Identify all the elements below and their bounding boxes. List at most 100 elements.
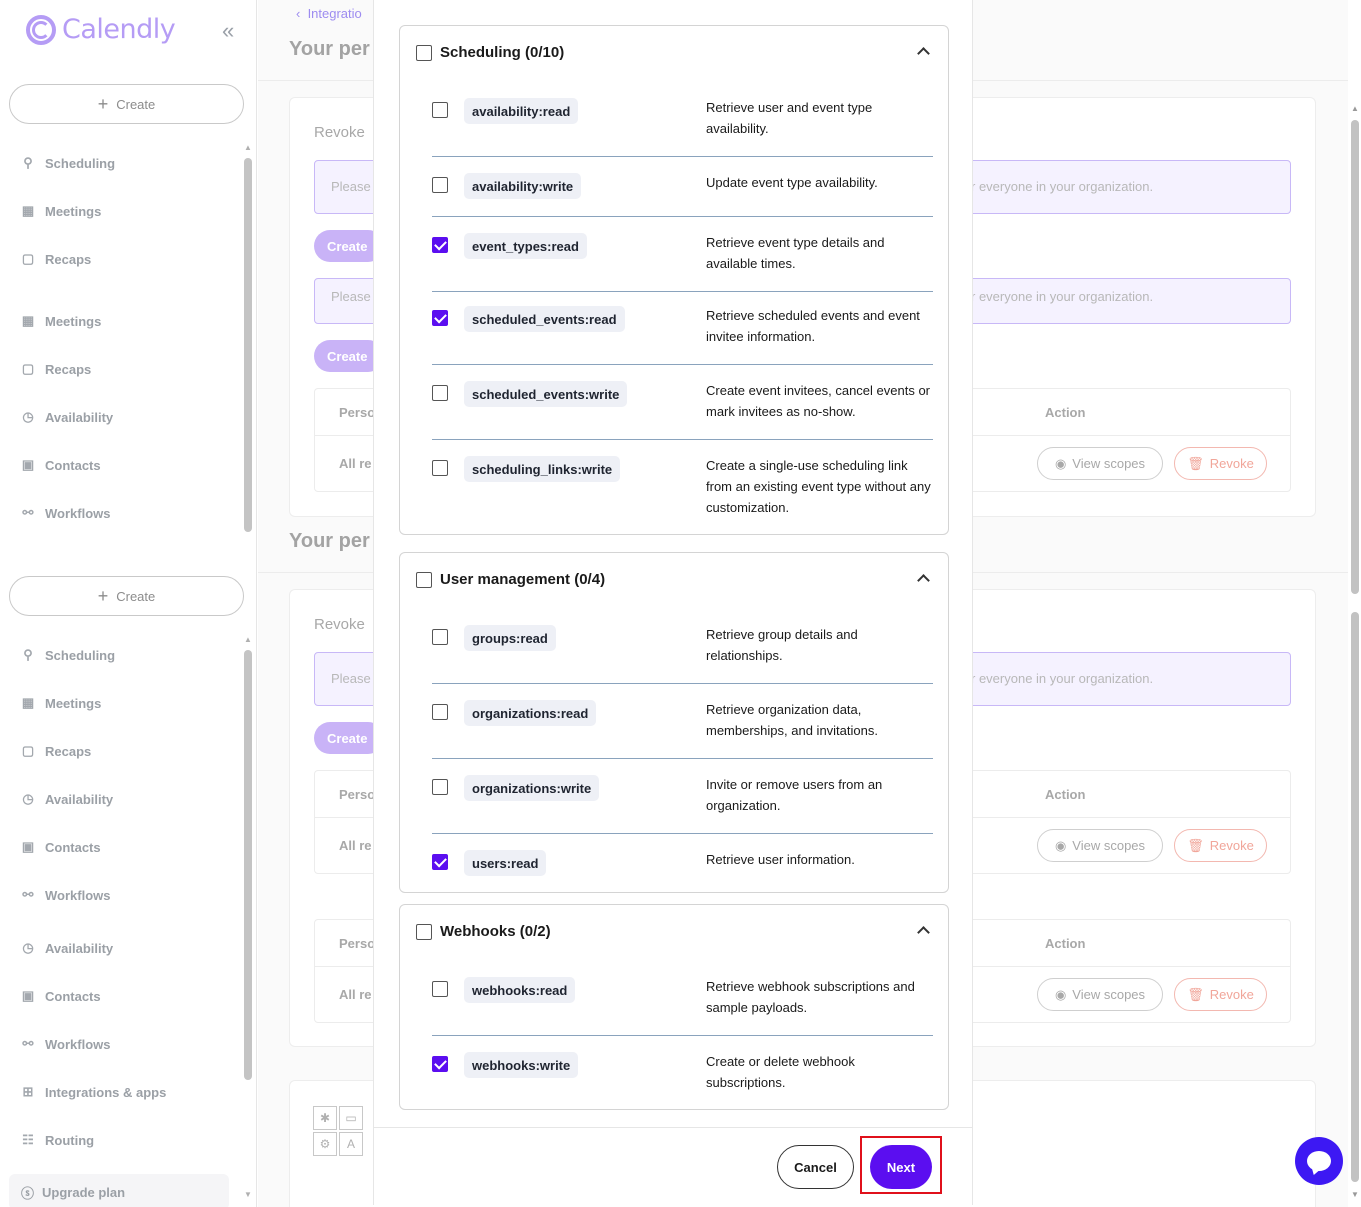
group-title: Webhooks (0/2): [440, 923, 551, 940]
create-button[interactable]: + Create: [9, 84, 244, 124]
view-scopes-label: View scopes: [1072, 456, 1146, 471]
sidebar-item-meetings[interactable]: ▦ Meetings: [20, 695, 102, 711]
sidebar-item-label: Scheduling: [45, 155, 116, 171]
scope-name: event_types:read: [464, 233, 587, 259]
page-scroll-down-icon[interactable]: ▼: [1351, 1190, 1359, 1199]
view-scopes-button[interactable]: ◉ View scopes: [1037, 829, 1163, 862]
group-checkbox[interactable]: [416, 571, 432, 588]
scroll-up-icon[interactable]: ▲: [244, 143, 252, 152]
group-header[interactable]: Scheduling (0/10): [416, 44, 564, 61]
sidebar-item-label: Recaps: [45, 251, 92, 267]
scope-checkbox[interactable]: [432, 385, 448, 401]
sidebar-item-label: Recaps: [45, 743, 92, 759]
sidebar-item-scheduling[interactable]: ⚲ Scheduling: [20, 647, 115, 663]
calendar-icon: ▦: [21, 203, 35, 218]
dollar-icon: ⓢ: [21, 1185, 35, 1201]
view-scopes-button[interactable]: ◉ View scopes: [1037, 447, 1163, 480]
sidebar-item-workflows[interactable]: ⚯ Workflows: [20, 1036, 111, 1052]
contact-icon: ▣: [21, 988, 35, 1003]
group-header[interactable]: Webhooks (0/2): [416, 923, 551, 940]
view-scopes-button[interactable]: ◉ View scopes: [1037, 978, 1163, 1011]
sidebar-item-label: Meetings: [45, 695, 102, 711]
sidebar-item-recaps[interactable]: ▢ Recaps: [20, 361, 91, 377]
sidebar-item-meetings[interactable]: ▦ Meetings: [20, 203, 102, 219]
collapse-sidebar-icon[interactable]: «: [222, 18, 234, 44]
column-header: Action: [1045, 405, 1086, 420]
sidebar-item-integrations[interactable]: ⊞ Integrations & apps: [20, 1084, 167, 1100]
sidebar-item-scheduling[interactable]: ⚲ Scheduling: [20, 155, 115, 171]
scope-checkbox[interactable]: [432, 102, 448, 118]
group-header[interactable]: User management (0/4): [416, 571, 605, 588]
apps-grid-icon: ⊞: [22, 1084, 34, 1099]
revoke-button[interactable]: 🗑 Revoke: [1174, 447, 1267, 480]
link-icon: ⚲: [23, 647, 33, 662]
scope-checkbox[interactable]: [432, 629, 448, 645]
revoke-heading: Revoke: [314, 124, 365, 141]
scope-description: Retrieve group details and relationships…: [706, 627, 858, 663]
scope-checkbox[interactable]: [432, 177, 448, 193]
chevron-up-icon[interactable]: [916, 44, 930, 58]
breadcrumb[interactable]: ‹ Integratio: [296, 6, 362, 21]
modal-footer: Cancel Next: [374, 1127, 972, 1205]
sidebar-item-label: Availability: [45, 791, 114, 807]
chevron-up-icon[interactable]: [916, 571, 930, 585]
group-checkbox[interactable]: [416, 923, 432, 940]
scope-checkbox[interactable]: [432, 981, 448, 997]
sidebar-item-label: Availability: [45, 409, 114, 425]
sidebar-item-workflows[interactable]: ⚯ Workflows: [20, 505, 111, 521]
scope-description: Retrieve event type details and availabl…: [706, 235, 885, 271]
sidebar-item-contacts[interactable]: ▣ Contacts: [20, 457, 101, 473]
sidebar-item-label: Workflows: [45, 505, 111, 521]
sidebar-item-recaps[interactable]: ▢ Recaps: [20, 743, 91, 759]
chat-launcher-button[interactable]: [1295, 1137, 1343, 1185]
scroll-up-icon[interactable]: ▲: [244, 635, 252, 644]
page-scroll-up-icon[interactable]: ▲: [1351, 104, 1359, 113]
workflow-icon: ⚯: [22, 1036, 34, 1051]
revoke-heading: Revoke: [314, 616, 365, 633]
sidebar-item-label: Recaps: [45, 361, 92, 377]
next-button[interactable]: Next: [870, 1145, 932, 1189]
scope-checkbox[interactable]: [432, 854, 448, 870]
notice-text-right: r everyone in your organization.: [971, 179, 1154, 194]
sidebar-item-recaps[interactable]: ▢ Recaps: [20, 251, 91, 267]
sidebar-item-availability[interactable]: ◷ Availability: [20, 791, 113, 807]
scope-description: Create or delete webhook subscriptions.: [706, 1054, 855, 1090]
scope-name: scheduling_links:write: [464, 456, 621, 482]
scopes-modal: Scheduling (0/10) availability:read Retr…: [373, 0, 973, 1205]
sidebar-item-routing[interactable]: ☷ Routing: [20, 1132, 94, 1148]
sidebar-scrollbar[interactable]: [244, 158, 252, 532]
column-header: Perso: [339, 787, 376, 802]
page-scrollbar[interactable]: [1351, 612, 1359, 1182]
scope-checkbox[interactable]: [432, 779, 448, 795]
create-button[interactable]: + Create: [9, 576, 244, 616]
revoke-button[interactable]: 🗑 Revoke: [1174, 978, 1267, 1011]
cancel-button[interactable]: Cancel: [777, 1145, 854, 1189]
notice-text-left: Please: [331, 289, 371, 304]
scope-description: Create event invitees, cancel events or …: [706, 383, 931, 419]
eye-icon: ◉: [1054, 837, 1067, 853]
scope-checkbox[interactable]: [432, 460, 448, 476]
scope-checkbox[interactable]: [432, 704, 448, 720]
scope-checkbox[interactable]: [432, 310, 448, 326]
column-header: Action: [1045, 787, 1086, 802]
revoke-button[interactable]: 🗑 Revoke: [1174, 829, 1267, 862]
scroll-down-icon[interactable]: ▼: [244, 1190, 252, 1199]
sidebar-item-contacts[interactable]: ▣ Contacts: [20, 988, 101, 1004]
sidebar-item-label: Meetings: [45, 203, 102, 219]
sidebar-item-availability[interactable]: ◷ Availability: [20, 409, 113, 425]
calendly-logo[interactable]: Calendly: [26, 14, 176, 45]
sidebar-item-meetings[interactable]: ▦ Meetings: [20, 313, 102, 329]
group-checkbox[interactable]: [416, 44, 432, 61]
upgrade-plan-button[interactable]: ⓢ Upgrade plan: [9, 1174, 229, 1207]
sidebar-item-label: Integrations & apps: [45, 1084, 167, 1100]
sidebar-scrollbar[interactable]: [244, 650, 252, 1080]
sidebar-item-workflows[interactable]: ⚯ Workflows: [20, 887, 111, 903]
scope-checkbox[interactable]: [432, 1056, 448, 1072]
scope-description: Retrieve scheduled events and event invi…: [706, 308, 920, 344]
chevron-up-icon[interactable]: [916, 923, 930, 937]
scope-description: Retrieve user information.: [706, 852, 855, 867]
scope-checkbox[interactable]: [432, 237, 448, 253]
sidebar-item-contacts[interactable]: ▣ Contacts: [20, 839, 101, 855]
page-scrollbar[interactable]: [1351, 120, 1359, 594]
sidebar-item-availability[interactable]: ◷ Availability: [20, 940, 113, 956]
